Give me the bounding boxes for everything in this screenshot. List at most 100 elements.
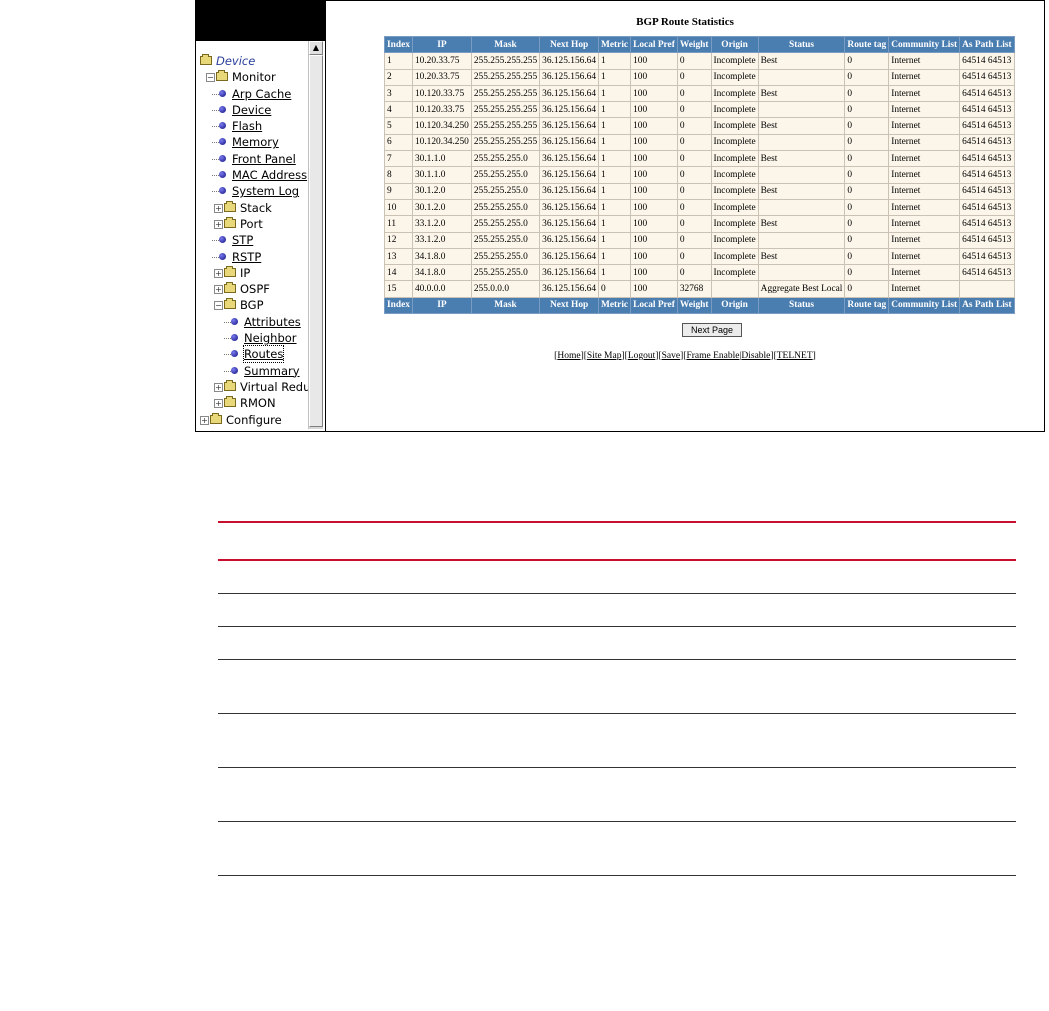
nav-tree-label[interactable]: Configure bbox=[226, 412, 282, 428]
nav-tree-label[interactable]: MAC Address bbox=[232, 167, 307, 183]
nav-tree-item[interactable]: Attributes bbox=[200, 314, 308, 330]
footer-link[interactable]: Logout bbox=[628, 351, 655, 361]
table-cell: Incomplete bbox=[710, 231, 759, 249]
nav-tree-item[interactable]: Arp Cache bbox=[200, 86, 308, 102]
nav-tree-label[interactable]: Attributes bbox=[244, 314, 301, 330]
nav-tree-item[interactable]: Device bbox=[200, 53, 308, 69]
nav-tree-item[interactable]: + OSPF bbox=[200, 281, 308, 297]
table-cell: 1 bbox=[598, 101, 632, 119]
expand-plus-icon[interactable]: + bbox=[214, 285, 223, 295]
nav-tree-item[interactable]: Summary bbox=[200, 363, 308, 379]
nav-tree-item[interactable]: − BGP bbox=[200, 297, 308, 313]
expand-plus-icon[interactable]: + bbox=[214, 268, 223, 278]
nav-tree-label[interactable]: Routes bbox=[242, 345, 285, 364]
table-row: 8 30.1.1.0 255.255.255.0 36.125.156.64 1 100 0… bbox=[384, 166, 1015, 184]
table-cell: 13 bbox=[384, 247, 413, 266]
table-row: 12 33.1.2.0 255.255.255.0 36.125.156.64 1 100… bbox=[384, 231, 1015, 249]
table-cell: 0 bbox=[844, 198, 890, 217]
table-cell: 1 bbox=[598, 215, 632, 233]
scroll-up-arrow-icon[interactable]: ▲ bbox=[309, 41, 323, 55]
footer-link[interactable]: Save bbox=[662, 351, 680, 361]
nav-tree-item[interactable]: Front Panel bbox=[200, 151, 308, 167]
footer-link[interactable]: Home bbox=[557, 351, 580, 361]
nav-tree-label[interactable]: Device bbox=[216, 53, 255, 69]
nav-tree-item[interactable]: Neighbor bbox=[200, 330, 308, 346]
table-cell: 36.125.156.64 bbox=[539, 101, 600, 119]
table-cell: 0 bbox=[676, 84, 712, 103]
nav-tree-item[interactable]: Routes bbox=[200, 345, 308, 364]
expand-plus-icon[interactable]: + bbox=[214, 382, 223, 392]
footer-link[interactable]: Frame Enable bbox=[686, 351, 739, 361]
table-cell: 0 bbox=[844, 101, 890, 119]
collapse-minus-icon[interactable]: − bbox=[214, 301, 223, 311]
table-cell: 100 bbox=[630, 68, 678, 86]
table-cell: Best bbox=[757, 117, 846, 135]
nav-tree-item[interactable]: + IP bbox=[200, 265, 308, 281]
nav-tree-label[interactable]: Summary bbox=[244, 363, 300, 379]
table-cell bbox=[757, 166, 846, 184]
table-cell: Best bbox=[757, 182, 846, 200]
nav-tree-label[interactable]: Arp Cache bbox=[232, 86, 291, 102]
doc-table-row-rule bbox=[218, 626, 1016, 627]
nav-tree-label[interactable]: Front Panel bbox=[232, 151, 296, 167]
table-cell: Internet bbox=[888, 166, 961, 184]
table-cell: 10 bbox=[384, 198, 413, 217]
table-cell: Internet bbox=[888, 215, 961, 233]
footer-link[interactable]: TELNET bbox=[777, 351, 813, 361]
nav-tree-item[interactable]: + Port bbox=[200, 216, 308, 232]
nav-tree-label[interactable]: STP bbox=[232, 232, 253, 248]
nav-scrollbar[interactable]: ▲ bbox=[308, 41, 323, 429]
nav-tree-item[interactable]: MAC Address bbox=[200, 167, 308, 183]
nav-tree-label[interactable]: Virtual Redundancy bbox=[240, 379, 308, 395]
expand-plus-icon[interactable]: + bbox=[214, 203, 223, 213]
nav-tree-label[interactable]: BGP bbox=[240, 297, 264, 313]
nav-tree-item[interactable]: Memory bbox=[200, 134, 308, 150]
table-cell: Internet bbox=[888, 264, 961, 282]
nav-tree-label[interactable]: OSPF bbox=[240, 281, 270, 297]
next-page-button[interactable]: Next Page bbox=[682, 323, 742, 337]
expand-plus-icon[interactable]: + bbox=[214, 399, 223, 409]
footer-link[interactable]: Site Map bbox=[587, 351, 622, 361]
nav-tree-item[interactable]: + RMON bbox=[200, 395, 308, 411]
tree-branch-line bbox=[212, 158, 219, 160]
table-cell: 64514 64513 bbox=[959, 231, 1015, 249]
table-cell: Incomplete bbox=[710, 166, 759, 184]
nav-tree-label[interactable]: Memory bbox=[232, 134, 279, 150]
table-row: 14 34.1.8.0 255.255.255.0 36.125.156.64 1 100… bbox=[384, 264, 1015, 282]
nav-tree-item[interactable]: − Monitor bbox=[200, 69, 308, 85]
nav-tree-label[interactable]: Stack bbox=[240, 200, 272, 216]
nav-tree-label[interactable]: IP bbox=[240, 265, 250, 281]
tree-branch-line bbox=[212, 109, 219, 111]
column-header: Next Hop bbox=[539, 35, 600, 54]
nav-tree-label[interactable]: Flash bbox=[232, 118, 262, 134]
table-cell: 36.125.156.64 bbox=[539, 198, 600, 217]
nav-tree-label[interactable]: Port bbox=[240, 216, 263, 232]
collapse-minus-icon[interactable]: − bbox=[206, 73, 215, 83]
nav-tree-item[interactable]: RSTP bbox=[200, 249, 308, 265]
nav-tree-item[interactable]: System Log bbox=[200, 183, 308, 199]
table-cell: 255.255.255.255 bbox=[470, 52, 541, 70]
footer-link[interactable]: Disable bbox=[741, 351, 770, 361]
nav-tree-label[interactable]: Neighbor bbox=[244, 330, 297, 346]
expand-plus-icon[interactable]: + bbox=[200, 415, 209, 425]
nav-tree-label[interactable]: Monitor bbox=[232, 69, 276, 85]
nav-tree-label[interactable]: System Log bbox=[232, 183, 299, 199]
nav-tree-item[interactable]: Flash bbox=[200, 118, 308, 134]
table-cell: Internet bbox=[888, 133, 961, 152]
table-cell: 7 bbox=[384, 150, 413, 168]
main-frame: BGP Route Statistics Index IP Mask Next Hop… bbox=[326, 1, 1044, 431]
nav-tree-item[interactable]: Device bbox=[200, 102, 308, 118]
nav-tree-item[interactable]: + Virtual Redundancy bbox=[200, 379, 308, 395]
nav-tree-label[interactable]: RSTP bbox=[232, 249, 261, 265]
nav-tree-item[interactable]: + Stack bbox=[200, 200, 308, 216]
scroll-thumb[interactable] bbox=[309, 55, 323, 427]
tree-branch-line bbox=[212, 240, 219, 242]
nav-tree-label[interactable]: Device bbox=[232, 102, 271, 118]
table-cell: 0 bbox=[676, 117, 712, 135]
folder-icon bbox=[224, 282, 236, 294]
table-row: 9 30.1.2.0 255.255.255.0 36.125.156.64 1 100 0… bbox=[384, 182, 1015, 200]
expand-plus-icon[interactable]: + bbox=[214, 219, 223, 229]
nav-tree-item[interactable]: STP bbox=[200, 232, 308, 248]
nav-tree-item[interactable]: + Configure bbox=[200, 412, 308, 428]
nav-tree-label[interactable]: RMON bbox=[240, 395, 276, 411]
